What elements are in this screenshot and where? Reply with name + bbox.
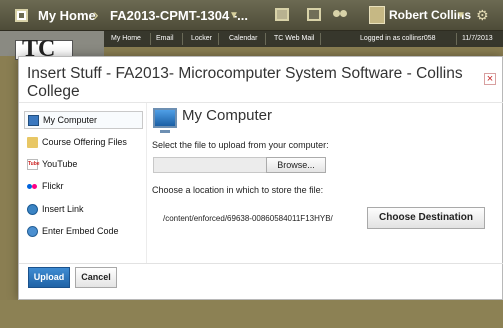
folder-icon <box>27 137 38 148</box>
destination-path: /content/enforced/69638-00860584011F13HY… <box>163 214 333 223</box>
select-file-instruction: Select the file to upload from your comp… <box>152 140 329 150</box>
sidebar-item-insert-link[interactable]: Insert Link <box>24 201 143 219</box>
close-icon[interactable]: × <box>484 73 496 85</box>
subnav-locker[interactable]: Locker <box>191 35 212 42</box>
computer-icon <box>153 108 177 133</box>
embed-icon <box>27 226 38 237</box>
sidebar-item-flickr[interactable]: Flickr <box>24 178 143 196</box>
cancel-button[interactable]: Cancel <box>75 267 117 288</box>
subnav-tc-web-mail[interactable]: TC Web Mail <box>274 35 314 42</box>
subnav-divider <box>182 33 183 45</box>
my-computer-panel: My Computer Select the file to upload fr… <box>147 103 487 263</box>
footer-divider <box>19 263 503 264</box>
browse-button[interactable]: Browse... <box>266 157 326 173</box>
sidebar-item-enter-embed-code[interactable]: Enter Embed Code <box>24 223 143 241</box>
sidebar-item-youtube[interactable]: Tube YouTube <box>24 156 143 174</box>
subnav-divider <box>456 33 457 45</box>
chevron-down-icon[interactable]: ▼ <box>229 10 239 21</box>
choose-destination-button[interactable]: Choose Destination <box>367 207 485 229</box>
dialog-title: Insert Stuff - FA2013- Microcomputer Sys… <box>27 65 463 100</box>
sidebar-item-label: YouTube <box>42 159 78 169</box>
sidebar-item-label: Enter Embed Code <box>42 226 119 236</box>
avatar[interactable] <box>369 6 385 24</box>
sidebar-item-label: My Computer <box>43 115 98 125</box>
subnav-divider <box>150 33 151 45</box>
source-sidebar: My Computer Course Offering Files Tube Y… <box>24 103 147 263</box>
link-icon <box>27 204 38 215</box>
my-home-link[interactable]: My Home <box>38 8 96 23</box>
sidebar-item-course-offering-files[interactable]: Course Offering Files <box>24 134 143 152</box>
insert-stuff-dialog: Insert Stuff - FA2013- Microcomputer Sys… <box>18 56 503 300</box>
breadcrumb-chevron-icon: › <box>93 5 99 24</box>
top-navigation-bar: My Home › FA2013-CPMT-1304 -... ▼ Robert… <box>0 0 503 31</box>
chevron-down-icon[interactable]: ▼ <box>456 10 466 21</box>
upload-button[interactable]: Upload <box>28 267 70 288</box>
sidebar-item-label: Course Offering Files <box>42 137 127 147</box>
subnav-divider <box>265 33 266 45</box>
background-page-footer <box>0 300 503 328</box>
computer-icon <box>28 115 39 126</box>
home-icon[interactable] <box>15 9 28 22</box>
course-selector[interactable]: FA2013-CPMT-1304 -... <box>110 8 248 23</box>
chat-icon[interactable] <box>333 8 347 21</box>
flickr-icon <box>27 181 38 192</box>
subnav-divider <box>218 33 219 45</box>
message-icon[interactable] <box>307 8 321 21</box>
youtube-icon: Tube <box>27 159 40 170</box>
sidebar-item-label: Insert Link <box>42 204 84 214</box>
sidebar-item-label: Flickr <box>42 181 64 191</box>
settings-icon[interactable]: ⚙ <box>476 7 489 24</box>
subnav-email[interactable]: Email <box>156 35 174 42</box>
file-path-field[interactable] <box>153 157 268 173</box>
current-date: 11/7/2013 <box>462 35 493 42</box>
location-instruction: Choose a location in which to store the … <box>152 185 324 195</box>
logged-in-status: Logged in as collinsr058 <box>360 35 436 42</box>
mail-icon[interactable] <box>275 8 289 21</box>
subnav-my-home[interactable]: My Home <box>111 35 141 42</box>
subnav-divider <box>320 33 321 45</box>
panel-title: My Computer <box>182 107 273 124</box>
secondary-navigation: My Home Email Locker Calendar TC Web Mai… <box>104 31 503 47</box>
sidebar-item-my-computer[interactable]: My Computer <box>24 111 143 129</box>
subnav-calendar[interactable]: Calendar <box>229 35 257 42</box>
